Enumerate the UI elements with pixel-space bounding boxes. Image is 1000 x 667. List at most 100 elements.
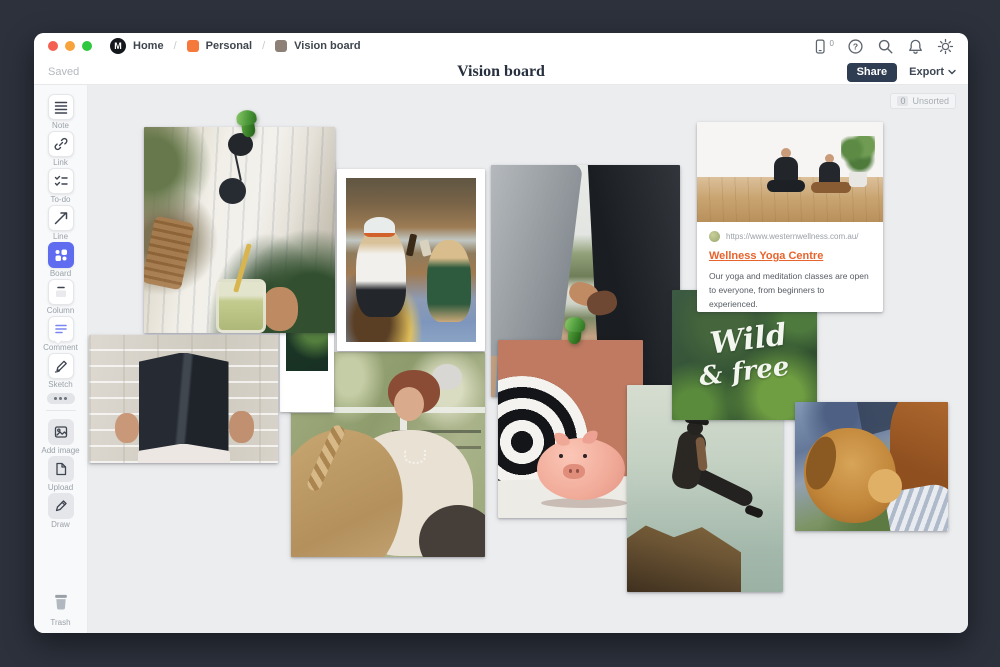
svg-text:?: ?: [853, 41, 858, 51]
milanote-logo-icon[interactable]: M: [110, 38, 126, 54]
line-arrow-icon: [53, 210, 69, 226]
link-card-url: https://www.westernwellness.com.au/: [726, 232, 859, 241]
tool-label: Trash: [50, 619, 70, 627]
breadcrumb-personal[interactable]: Personal: [206, 40, 252, 52]
photo-detail: [364, 217, 395, 237]
tool-add-image[interactable]: Add image: [34, 419, 87, 455]
help-icon[interactable]: ?: [847, 38, 864, 55]
export-button[interactable]: Export: [909, 66, 956, 78]
add-image-icon: [53, 424, 69, 440]
favicon-icon: [709, 231, 720, 242]
tool-label: Link: [53, 159, 68, 167]
photo-detail: [744, 504, 764, 519]
board-header: Saved Vision board Share Export: [34, 59, 968, 85]
green-pushpin-icon: [232, 108, 267, 150]
breadcrumb-separator: /: [171, 40, 180, 52]
tool-label: Draw: [51, 521, 70, 529]
search-icon[interactable]: [877, 38, 894, 55]
window-controls: [48, 41, 92, 51]
topbar-icon-row: 0 ?: [812, 38, 954, 55]
tool-sketch[interactable]: Sketch: [34, 353, 87, 389]
piggy-bank-photo[interactable]: [498, 340, 643, 518]
photo-detail: [420, 239, 433, 257]
tool-link[interactable]: Link: [34, 131, 87, 167]
picnic-photo[interactable]: [337, 169, 485, 351]
tool-comment[interactable]: Comment: [34, 316, 87, 352]
upload-file-icon: [53, 461, 69, 477]
tool-label: Add image: [41, 447, 79, 455]
comment-icon: [53, 321, 69, 337]
column-icon: [53, 284, 69, 300]
share-button[interactable]: Share: [847, 63, 898, 82]
tool-label: Line: [53, 233, 68, 241]
note-icon: [53, 99, 69, 115]
book-over-face-photo[interactable]: [89, 335, 278, 463]
golden-retriever-photo[interactable]: [795, 402, 948, 531]
todo-icon: [53, 173, 69, 189]
tool-column[interactable]: Column: [34, 279, 87, 315]
personal-board-icon[interactable]: [187, 40, 199, 52]
sidebar-divider: [46, 410, 76, 411]
trash-icon: [50, 590, 72, 617]
wellness-link-card[interactable]: https://www.westernwellness.com.au/ Well…: [697, 122, 883, 312]
photo-detail: [234, 153, 242, 181]
photo-detail: [356, 227, 405, 317]
piggy-bank-detail: [537, 432, 631, 508]
tool-label: Note: [52, 122, 69, 130]
yoga-card-image: [697, 122, 883, 222]
tool-label: Board: [50, 270, 71, 278]
trash-drop-zone[interactable]: Trash: [34, 590, 87, 626]
photo-detail: [346, 178, 476, 342]
black-book-detail: [139, 353, 229, 451]
page-title[interactable]: Vision board: [34, 63, 968, 81]
link-icon: [53, 136, 69, 152]
app-window: M Home / Personal / Vision board 0 ? Sav…: [34, 33, 968, 633]
breadcrumb-home[interactable]: Home: [133, 40, 164, 52]
settings-icon[interactable]: [937, 38, 954, 55]
smoothie-photo[interactable]: [144, 127, 335, 333]
tool-label: Upload: [48, 484, 73, 492]
chevron-down-icon: [948, 69, 956, 75]
board-icon: [53, 247, 69, 263]
photo-detail: [404, 450, 426, 464]
tool-note[interactable]: Note: [34, 94, 87, 130]
tool-board-active[interactable]: Board: [34, 242, 87, 278]
unsorted-count: 0: [897, 96, 908, 106]
breadcrumb-vision-board[interactable]: Vision board: [294, 40, 360, 52]
device-count: 0: [830, 39, 834, 48]
minimize-window-button[interactable]: [65, 41, 75, 51]
photo-detail: [394, 387, 424, 421]
tool-label: Sketch: [48, 381, 72, 389]
photo-detail: [427, 240, 471, 322]
board-canvas[interactable]: Wild & free: [88, 85, 968, 633]
tool-upload[interactable]: Upload: [34, 456, 87, 492]
close-window-button[interactable]: [48, 41, 58, 51]
tool-label: To-do: [50, 196, 70, 204]
top-bar: M Home / Personal / Vision board 0 ?: [34, 33, 968, 59]
breadcrumb: M Home / Personal / Vision board: [110, 38, 361, 54]
draw-pen-icon: [53, 498, 69, 514]
tool-draw[interactable]: Draw: [34, 493, 87, 529]
photo-detail: [144, 216, 195, 291]
notifications-icon[interactable]: [907, 38, 924, 55]
photo-detail: [849, 172, 867, 187]
tool-label: Column: [47, 307, 75, 315]
photo-detail: [767, 180, 805, 192]
export-label: Export: [909, 66, 944, 78]
plant-detail: [841, 136, 875, 174]
tool-line[interactable]: Line: [34, 205, 87, 241]
link-card-description: Our yoga and meditation classes are open…: [709, 269, 871, 311]
unsorted-badge[interactable]: 0 Unsorted: [890, 93, 956, 109]
tool-label: Comment: [43, 344, 78, 352]
mobile-device-icon: [812, 38, 828, 55]
more-tools-button[interactable]: [47, 393, 75, 404]
sunglasses-detail: [219, 178, 246, 204]
zoom-window-button[interactable]: [82, 41, 92, 51]
tool-todo[interactable]: To-do: [34, 168, 87, 204]
photo-detail: [406, 233, 417, 256]
breadcrumb-separator: /: [259, 40, 268, 52]
vision-board-icon[interactable]: [275, 40, 287, 52]
mobile-device-button[interactable]: 0: [812, 38, 834, 55]
link-card-title[interactable]: Wellness Yoga Centre: [709, 250, 871, 262]
rock-detail: [627, 512, 741, 592]
